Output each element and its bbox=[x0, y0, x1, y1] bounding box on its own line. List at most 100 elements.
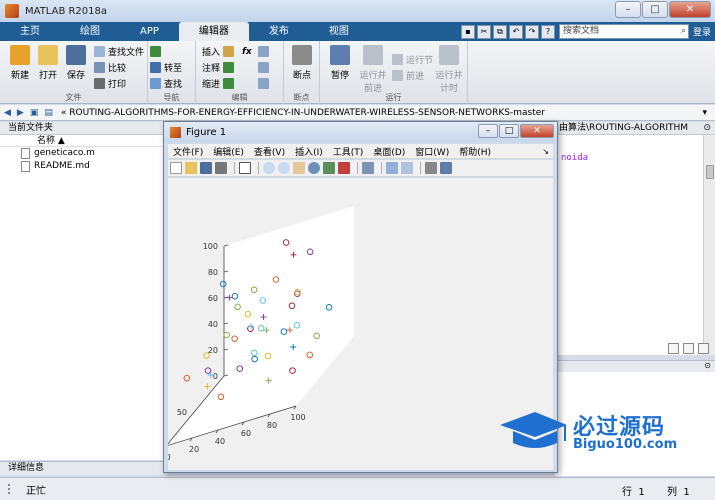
maximize-button[interactable]: □ bbox=[642, 1, 668, 18]
fx-button[interactable]: fx bbox=[242, 45, 252, 58]
forward-arrow-icon[interactable]: ▶ bbox=[17, 108, 24, 118]
nav-back-forward[interactable] bbox=[150, 45, 164, 58]
menu-help[interactable]: 帮助(H) bbox=[454, 145, 496, 158]
split-vertical-icon[interactable] bbox=[683, 343, 694, 354]
up-folder-icon[interactable]: ▣ bbox=[30, 108, 39, 118]
legend-icon[interactable] bbox=[401, 162, 413, 174]
format-button[interactable] bbox=[258, 45, 272, 58]
find-button[interactable]: 查找 bbox=[150, 77, 182, 90]
close-button[interactable]: ✕ bbox=[669, 1, 711, 18]
comment-button[interactable]: 注释 bbox=[202, 61, 237, 74]
open-button[interactable]: 打开 bbox=[34, 45, 62, 81]
path-dropdown-icon[interactable]: ▾ bbox=[702, 108, 707, 118]
indent-button[interactable]: 缩进 bbox=[202, 77, 237, 90]
save-quick-icon[interactable]: ▪ bbox=[460, 24, 475, 39]
run-section-button[interactable]: 运行节 bbox=[392, 53, 433, 66]
find-file-button[interactable]: 查找文件 bbox=[94, 45, 144, 58]
new-icon bbox=[10, 45, 30, 65]
details-panel-toggle[interactable]: 详细信息 bbox=[0, 461, 164, 475]
editor-area[interactable]: noida bbox=[555, 135, 715, 355]
run-time-button[interactable]: 运行并计时 bbox=[434, 45, 464, 94]
run-section-label: 运行节 bbox=[406, 56, 434, 66]
name-column-header[interactable]: 名称 ▲ bbox=[0, 135, 163, 147]
open-file-icon[interactable] bbox=[185, 162, 197, 174]
zoom-in-icon[interactable] bbox=[263, 162, 275, 174]
wrap-button[interactable] bbox=[258, 61, 272, 74]
menu-window[interactable]: 窗口(W) bbox=[410, 145, 454, 158]
command-window-menu-icon[interactable]: ⊙ bbox=[704, 361, 711, 370]
smart-indent-button[interactable] bbox=[258, 77, 272, 90]
tab-plots[interactable]: 绘图 bbox=[60, 22, 120, 41]
run-advance-button[interactable]: 运行并前进 bbox=[358, 45, 388, 94]
tab-editor[interactable]: 编辑器 bbox=[178, 22, 249, 41]
figure-title: Figure 1 bbox=[186, 126, 227, 138]
link-plot-icon[interactable] bbox=[362, 162, 374, 174]
save-figure-icon[interactable] bbox=[200, 162, 212, 174]
copy-icon[interactable]: ⧉ bbox=[492, 24, 507, 39]
run-time-icon bbox=[439, 45, 459, 65]
tab-publish[interactable]: 发布 bbox=[249, 22, 309, 41]
current-folder-panel: 当前文件夹 名称 ▲ geneticaco.m README.md bbox=[0, 122, 164, 460]
single-view-icon[interactable] bbox=[698, 343, 709, 354]
cut-icon[interactable]: ✂ bbox=[476, 24, 491, 39]
menu-edit[interactable]: 编辑(E) bbox=[208, 145, 249, 158]
figure-maximize-button[interactable]: □ bbox=[499, 124, 519, 138]
show-plot-tools-icon[interactable] bbox=[440, 162, 452, 174]
editor-close-icon[interactable]: ⊙ bbox=[703, 122, 711, 135]
advance-button[interactable]: 前进 bbox=[392, 69, 424, 82]
scroll-thumb[interactable] bbox=[706, 165, 714, 179]
search-icon[interactable]: ⌕ bbox=[681, 25, 686, 38]
menu-view[interactable]: 查看(V) bbox=[249, 145, 290, 158]
pause-button[interactable]: 暂停 bbox=[326, 45, 354, 81]
advance-label: 前进 bbox=[406, 72, 425, 82]
menu-tools[interactable]: 工具(T) bbox=[328, 145, 369, 158]
save-button[interactable]: 保存 bbox=[62, 45, 90, 81]
pan-hand-icon[interactable] bbox=[293, 162, 305, 174]
doc-search-input[interactable]: 搜索文档 ⌕ bbox=[558, 24, 689, 39]
window-controls: – □ ✕ bbox=[614, 1, 711, 18]
toolbar-separator bbox=[258, 162, 259, 174]
file-name: README.md bbox=[34, 161, 90, 171]
ribbon-group-file: 新建 打开 保存 查找文件 比较 打印 文件 bbox=[0, 41, 148, 104]
run-section-icon bbox=[392, 54, 403, 65]
redo-icon[interactable]: ↷ bbox=[524, 24, 539, 39]
print-figure-icon[interactable] bbox=[215, 162, 227, 174]
data-cursor-icon[interactable] bbox=[323, 162, 335, 174]
hide-plot-tools-icon[interactable] bbox=[425, 162, 437, 174]
undo-icon[interactable]: ↶ bbox=[508, 24, 523, 39]
new-label: 新建 bbox=[10, 71, 29, 81]
tab-apps[interactable]: APP bbox=[120, 22, 179, 41]
breakpoints-button[interactable]: 断点 bbox=[288, 45, 316, 81]
back-arrow-icon[interactable]: ◀ bbox=[4, 108, 11, 118]
tab-home[interactable]: 主页 bbox=[0, 22, 60, 41]
brush-icon[interactable] bbox=[338, 162, 350, 174]
zoom-out-icon[interactable] bbox=[278, 162, 290, 174]
menu-file[interactable]: 文件(F) bbox=[168, 145, 208, 158]
tab-view[interactable]: 视图 bbox=[309, 22, 369, 41]
dock-icon[interactable]: ↘ bbox=[542, 147, 549, 156]
file-item[interactable]: geneticaco.m bbox=[0, 147, 163, 160]
figure-close-button[interactable]: ✕ bbox=[520, 124, 554, 138]
login-link[interactable]: 登录 bbox=[693, 25, 711, 38]
figure-minimize-button[interactable]: – bbox=[478, 124, 498, 138]
current-path[interactable]: « ROUTING-ALGORITHMS-FOR-ENERGY-EFFICIEN… bbox=[61, 108, 545, 118]
split-horizontal-icon[interactable] bbox=[668, 343, 679, 354]
minimize-button[interactable]: – bbox=[615, 1, 641, 18]
rotate-3d-icon[interactable] bbox=[308, 162, 320, 174]
colorbar-icon[interactable] bbox=[386, 162, 398, 174]
new-button[interactable]: 新建 bbox=[6, 45, 34, 81]
compare-button[interactable]: 比较 bbox=[94, 61, 126, 74]
goto-button[interactable]: 转至 bbox=[150, 61, 182, 74]
browse-folder-icon[interactable]: ▤ bbox=[44, 108, 53, 118]
menu-insert[interactable]: 插入(I) bbox=[290, 145, 328, 158]
editor-scrollbar[interactable] bbox=[703, 135, 715, 355]
menu-desktop[interactable]: 桌面(D) bbox=[368, 145, 410, 158]
help-icon[interactable]: ? bbox=[540, 24, 555, 39]
new-figure-icon[interactable] bbox=[170, 162, 182, 174]
pointer-icon[interactable] bbox=[239, 162, 251, 174]
ribbon-group-nav: 转至 查找 导航 bbox=[148, 41, 196, 104]
print-button[interactable]: 打印 bbox=[94, 77, 126, 90]
file-item[interactable]: README.md bbox=[0, 160, 163, 173]
insert-button[interactable]: 插入 bbox=[202, 45, 237, 58]
find-label: 查找 bbox=[164, 80, 183, 90]
